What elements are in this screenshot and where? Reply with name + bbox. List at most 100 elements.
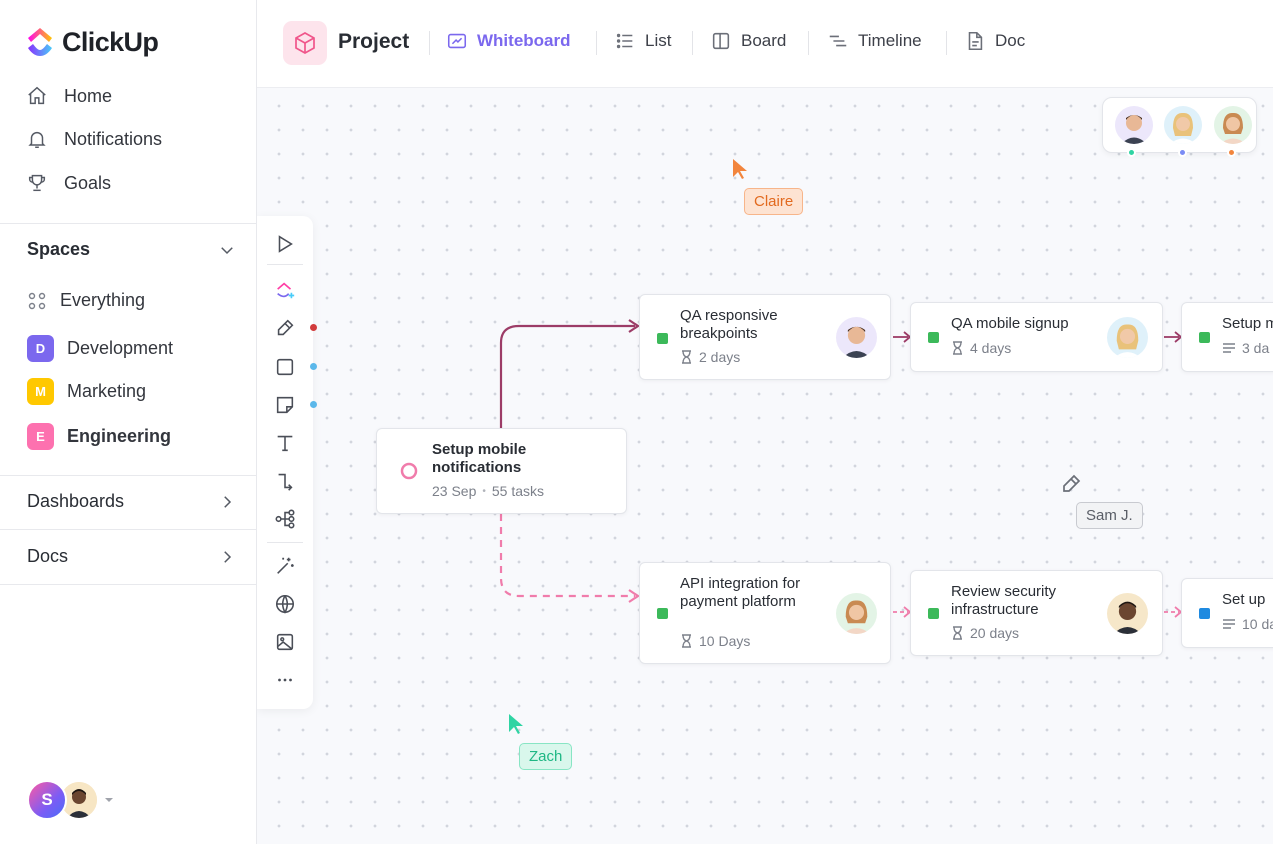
space-label: Development [67,338,174,358]
tab-whiteboard[interactable]: Whiteboard [446,30,571,52]
nav-notifications[interactable]: Notifications [26,128,162,150]
collaborators-panel[interactable] [1102,97,1257,157]
task-card[interactable]: QA mobile signup 4 days [910,302,1163,372]
space-engineering[interactable]: E Engineering [27,423,171,450]
sticky-note-tool[interactable] [273,393,297,417]
tab-timeline[interactable]: Timeline [827,30,922,52]
whiteboard-canvas[interactable]: Claire Setup mobile notifications 23 Sep… [257,88,1273,844]
status-circle-icon [400,462,418,480]
doc-icon [968,31,983,51]
sidebar-divider [0,475,257,476]
nav-notifications-label: Notifications [64,128,163,149]
docs-label: Docs [27,546,69,566]
globe-icon [275,594,295,614]
task-card[interactable]: Review security infrastructure 20 days [910,570,1163,656]
hourglass-icon [953,341,962,355]
task-meta: 2 days [680,349,740,365]
task-card[interactable]: QA responsive breakpoints 2 days [639,294,891,380]
select-tool[interactable] [273,232,297,256]
status-square [1199,332,1210,343]
task-meta: 4 days [951,340,1011,356]
image-tool[interactable] [273,630,297,654]
sidebar-divider [0,529,257,530]
tab-divider [692,31,693,55]
whiteboard-toolbar [257,216,317,709]
task-title: Review security infrastructure [951,583,1057,618]
chevron-down-icon[interactable] [218,241,236,259]
task-duration: 20 days [970,625,1020,641]
connector-tool[interactable] [273,469,297,493]
avatar[interactable] [1164,106,1202,144]
toolbar-divider [267,542,303,543]
nav-home[interactable]: Home [26,85,112,107]
task-duration: 4 days [970,340,1012,356]
task-title: Setup m [1222,315,1273,332]
color-dot [310,401,317,408]
task-meta: 23 Sep • 55 tasks [432,483,544,499]
task-title: Setup mobile notifications [432,441,527,476]
task-count: 55 tasks [491,483,545,499]
tab-label: Timeline [858,31,922,50]
shape-tool[interactable] [273,355,297,379]
clickup-logo[interactable]: ClickUp [26,26,159,58]
task-card[interactable]: Set up 10 da [1181,578,1273,648]
grid-dots-icon [28,292,46,309]
task-duration: 10 da [1242,616,1273,632]
chevron-right-icon [224,550,232,563]
spaces-heading: Spaces [27,239,91,259]
tab-doc[interactable]: Doc [964,30,1025,52]
status-square [1199,608,1210,619]
task-meta: 10 Days [680,633,750,649]
assignee-avatar [1107,593,1148,634]
cursor-arrow-icon [278,235,293,253]
space-everything[interactable]: Everything [27,290,145,311]
space-badge: M [27,378,54,405]
task-duration: 10 Days [699,633,751,649]
web-embed-tool[interactable] [273,592,297,616]
text-icon [277,435,293,452]
assignee-avatar [836,593,877,634]
presence-dot [1127,148,1136,157]
meta-separator-dot: • [482,485,486,497]
tab-list[interactable]: List [614,30,671,52]
nav-goals[interactable]: Goals [26,172,111,194]
assignee-avatar [836,317,877,358]
trophy-icon [28,174,46,192]
task-meta: 20 days [951,625,1019,641]
task-card-main[interactable]: Setup mobile notifications 23 Sep • 55 t… [376,428,627,514]
color-dot [310,324,317,331]
space-marketing[interactable]: M Marketing [27,378,146,405]
user-menu[interactable]: S [27,780,115,820]
clickup-ai-tool[interactable] [273,278,297,302]
task-card[interactable]: API integration for payment platform 10 … [639,562,891,664]
presence-dot [1178,148,1187,157]
bell-icon [28,131,46,148]
whiteboard-icon [447,33,467,49]
task-title: QA responsive breakpoints [680,307,778,342]
avatar[interactable] [1214,106,1252,144]
tab-divider [596,31,597,55]
space-development[interactable]: D Development [27,335,173,362]
top-bar: Project Whiteboard List Board Timeline D… [257,0,1273,88]
pen-icon [277,319,294,336]
magic-tool[interactable] [273,554,297,578]
spaces-header[interactable]: Spaces [27,239,236,260]
clickup-logo-icon [28,28,52,56]
pen-tool[interactable] [273,316,297,340]
avatar[interactable] [1115,106,1153,144]
board-icon [712,32,730,50]
hourglass-icon [953,626,962,640]
more-tools[interactable] [273,668,297,692]
task-title: Set up [1222,591,1266,608]
status-square [657,333,668,344]
connector-dashed [499,514,635,598]
task-card[interactable]: Setup m 3 da [1181,302,1273,372]
dashboards-item[interactable]: Dashboards [27,491,236,512]
text-tool[interactable] [273,431,297,455]
mindmap-tool[interactable] [273,507,297,531]
toolbar-divider [267,264,303,265]
user-avatar: S [27,780,67,820]
task-duration: 3 da [1242,340,1270,356]
tab-board[interactable]: Board [710,30,786,52]
docs-item[interactable]: Docs [27,546,236,567]
